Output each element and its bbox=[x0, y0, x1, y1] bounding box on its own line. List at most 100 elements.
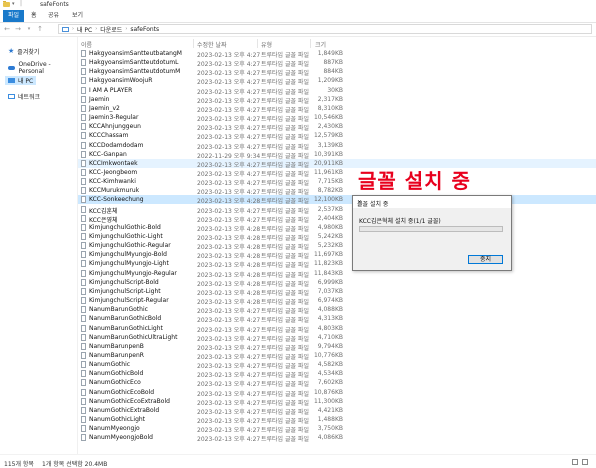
column-header-date[interactable]: 수정한 날짜 bbox=[197, 40, 227, 49]
file-date: 2023-02-13 오후 4:27 bbox=[197, 436, 261, 444]
file-size: 30KB bbox=[327, 86, 343, 94]
dialog-title-bar: 글꼴 설치 중 ✕ bbox=[353, 196, 511, 208]
file-row[interactable]: NanumGothicEco 2023-02-13 오후 4:27 트루타입 글꼴 … bbox=[78, 378, 596, 388]
font-file-icon bbox=[81, 260, 86, 268]
file-size: 11,961KB bbox=[313, 168, 343, 176]
file-row[interactable]: NanumMyeongjoBold 2023-02-13 오후 4:27 트루타입 … bbox=[78, 433, 596, 444]
file-row[interactable]: KimjungchulMyungjo-Bold 2023-02-13 오후 4:2… bbox=[78, 250, 596, 260]
file-row[interactable]: KCCImkwontaek 2023-02-13 오후 4:27 트루타입 글꼴 파… bbox=[78, 158, 596, 169]
font-file-icon bbox=[81, 388, 86, 396]
file-row[interactable]: Jaemin 2023-02-13 오후 4:27 트루타입 글꼴 파일 2,317K… bbox=[78, 95, 596, 105]
details-view-icon[interactable] bbox=[572, 459, 578, 465]
file-row[interactable]: KimjungchulGothic-Light 2023-02-13 오후 4:2… bbox=[78, 232, 596, 242]
breadcrumb-downloads[interactable]: 다운로드 bbox=[100, 25, 122, 34]
file-row[interactable]: Jaemin_v2 2023-02-13 오후 4:27 트루타입 글꼴 파일 8,3… bbox=[78, 104, 596, 114]
file-row[interactable]: NanumGothicEcoBold 2023-02-13 오후 4:27 트루타입… bbox=[78, 388, 596, 398]
file-row[interactable]: NanumBarunGothicUltraLight 2023-02-13 오후 … bbox=[78, 333, 596, 343]
file-row[interactable]: KimjungchulMyungjo-Light 2023-02-13 오후 4:… bbox=[78, 259, 596, 269]
tab-view[interactable]: 보기 bbox=[68, 10, 87, 22]
tab-share[interactable]: 공유 bbox=[44, 10, 63, 22]
file-row[interactable]: KimjungchulScript-Regular 2023-02-13 오후 4… bbox=[78, 296, 596, 306]
large-icons-view-icon[interactable] bbox=[582, 459, 588, 465]
file-name: KCC-Kimhwanki bbox=[89, 178, 136, 186]
file-row[interactable]: KCCChassam 2023-02-13 오후 4:27 트루타입 글꼴 파일 12… bbox=[78, 131, 596, 141]
file-row[interactable]: KCC-Sonkeechung 2023-02-13 오후 4:28 트루타입 글꼴… bbox=[78, 195, 596, 205]
file-row[interactable]: KimjungchulGothic-Bold 2023-02-13 오후 4:28… bbox=[78, 223, 596, 233]
back-arrow-icon[interactable]: ← bbox=[3, 25, 11, 33]
file-name: HakgyoansimSantteutdotumL bbox=[89, 59, 179, 67]
file-row[interactable]: NanumBarunpenB 2023-02-13 오후 4:27 트루타입 글꼴 … bbox=[78, 342, 596, 352]
sidebar-item-onedrive[interactable]: OneDrive - Personal bbox=[5, 60, 77, 75]
file-row[interactable]: KCC-Ganpan 2022-11-29 오후 9:34 트루타입 글꼴 파일 10… bbox=[78, 150, 596, 160]
file-row[interactable]: HakgyoansimSantteutbatangM 2023-02-13 오후 … bbox=[78, 49, 596, 59]
file-row[interactable]: NanumGothicEcoExtraBold 2023-02-13 오후 4:2… bbox=[78, 397, 596, 407]
sidebar-item-quick-access[interactable]: ★ 즐겨찾기 bbox=[5, 47, 42, 57]
sidebar-item-network[interactable]: 네트워크 bbox=[5, 92, 43, 101]
sidebar-item-this-pc[interactable]: 내 PC bbox=[5, 76, 37, 85]
font-file-icon bbox=[81, 361, 86, 369]
file-name: NanumMyeongjoBold bbox=[89, 434, 153, 442]
separator-icon: | bbox=[20, 0, 23, 7]
file-row[interactable]: HakgyoansimWoojuR 2023-02-13 오후 4:27 트루타입 … bbox=[78, 76, 596, 86]
font-file-icon bbox=[81, 214, 86, 222]
file-row[interactable]: NanumMyeongjo 2023-02-13 오후 4:27 트루타입 글꼴 파… bbox=[78, 424, 596, 434]
file-row[interactable]: KimjungchulGothic-Regular 2023-02-13 오후 4… bbox=[78, 241, 596, 251]
file-row[interactable]: NanumGothicExtraBold 2023-02-13 오후 4:27 트루… bbox=[78, 406, 596, 416]
file-row[interactable]: KCC김훈체 2023-02-13 오후 4:27 트루타입 글꼴 파일 2,537K… bbox=[78, 205, 596, 215]
column-header-size[interactable]: 크기 bbox=[315, 40, 326, 49]
file-name: HakgyoansimWoojuR bbox=[89, 77, 153, 85]
file-row[interactable]: HakgyoansimSantteutdotumL 2023-02-13 오후 4… bbox=[78, 58, 596, 68]
address-bar[interactable]: › 내 PC › 다운로드 › safeFonts bbox=[58, 24, 592, 34]
file-row[interactable]: NanumBarunGothic 2023-02-13 오후 4:27 트루타입 글… bbox=[78, 305, 596, 315]
breadcrumb-separator-icon: › bbox=[72, 26, 74, 32]
file-row[interactable]: KCCAhnjunggeun 2023-02-13 오후 4:27 트루타입 글꼴 … bbox=[78, 122, 596, 132]
font-file-icon bbox=[81, 379, 86, 387]
file-size: 12,100KB bbox=[313, 196, 343, 204]
column-divider[interactable] bbox=[257, 39, 258, 48]
column-divider[interactable] bbox=[193, 39, 194, 48]
file-name: KimjungchulGothic-Light bbox=[89, 233, 163, 240]
address-bar-row: ← → ▾ ↑ › 내 PC › 다운로드 › safeFonts bbox=[0, 23, 596, 37]
file-row[interactable]: NanumBarunGothicLight 2023-02-13 오후 4:27 트… bbox=[78, 324, 596, 334]
stop-button[interactable]: 중지 bbox=[468, 255, 503, 264]
file-row[interactable]: KCC-Kimhwanki 2023-02-13 오후 4:27 트루타입 글꼴 파… bbox=[78, 177, 596, 187]
recent-locations-icon[interactable]: ▾ bbox=[25, 25, 33, 33]
file-row[interactable]: NanumGothic 2023-02-13 오후 4:27 트루타입 글꼴 파일 4… bbox=[78, 360, 596, 370]
breadcrumb-this-pc[interactable]: 내 PC bbox=[77, 25, 92, 34]
file-size: 2,317KB bbox=[317, 95, 343, 103]
chevron-down-icon[interactable]: ▾ bbox=[12, 1, 18, 7]
star-icon: ★ bbox=[8, 47, 15, 55]
file-row[interactable]: NanumBarunpenR 2023-02-13 오후 4:27 트루타입 글꼴 … bbox=[78, 351, 596, 361]
file-row[interactable]: KCC은영체 2023-02-13 오후 4:27 트루타입 글꼴 파일 2,404K… bbox=[78, 214, 596, 224]
file-row[interactable]: Jaemin3-Regular 2023-02-13 오후 4:27 트루타입 글꼴… bbox=[78, 113, 596, 123]
file-row[interactable]: KimjungchulScript-Bold 2023-02-13 오후 4:28… bbox=[78, 278, 596, 288]
file-row[interactable]: KCC-Jeongbeom 2023-02-13 오후 4:27 트루타입 글꼴 파… bbox=[78, 168, 596, 178]
file-row[interactable]: KimjungchulMyungjo-Regular 2023-02-13 오후 … bbox=[78, 269, 596, 279]
font-file-icon bbox=[81, 86, 86, 94]
breadcrumb-safefonts[interactable]: safeFonts bbox=[130, 26, 159, 33]
font-file-icon bbox=[81, 315, 86, 323]
font-file-icon bbox=[81, 77, 86, 85]
file-row[interactable]: I AM A PLAYER 2023-02-13 오후 4:27 트루타입 글꼴 파… bbox=[78, 86, 596, 96]
file-row[interactable]: KimjungchulScript-Light 2023-02-13 오후 4:2… bbox=[78, 287, 596, 297]
file-row[interactable]: NanumGothicLight 2023-02-13 오후 4:27 트루타입 글… bbox=[78, 415, 596, 425]
column-header-name[interactable]: 이름 bbox=[81, 40, 92, 49]
tab-file[interactable]: 파일 bbox=[3, 10, 25, 22]
up-arrow-icon[interactable]: ↑ bbox=[36, 25, 44, 33]
tab-home[interactable]: 홈 bbox=[27, 10, 41, 22]
file-row[interactable]: HakgyoansimSantteutdotumM 2023-02-13 오후 4… bbox=[78, 67, 596, 77]
close-icon[interactable]: ✕ bbox=[357, 199, 507, 206]
file-row[interactable]: NanumBarunGothicBold 2023-02-13 오후 4:27 트루… bbox=[78, 314, 596, 324]
file-row[interactable]: KCCMurukmuruk 2023-02-13 오후 4:27 트루타입 글꼴 파… bbox=[78, 186, 596, 196]
file-size: 1,488KB bbox=[317, 416, 343, 423]
column-divider[interactable] bbox=[310, 39, 311, 48]
file-row[interactable]: KCCDodamdodam 2023-02-13 오후 4:27 트루타입 글꼴 파… bbox=[78, 141, 596, 151]
forward-arrow-icon[interactable]: → bbox=[14, 25, 22, 33]
file-row[interactable]: NanumGothicBold 2023-02-13 오후 4:27 트루타입 글꼴… bbox=[78, 369, 596, 379]
file-size: 4,803KB bbox=[317, 324, 343, 332]
file-name: HakgyoansimSantteutdotumM bbox=[89, 68, 181, 76]
sidebar-item-label: OneDrive - Personal bbox=[18, 60, 51, 75]
font-file-icon bbox=[81, 104, 86, 112]
file-list: 이름 수정한 날짜 유형 크기 HakgyoansimSantteutbatan… bbox=[78, 37, 596, 454]
column-header-type[interactable]: 유형 bbox=[261, 40, 272, 49]
